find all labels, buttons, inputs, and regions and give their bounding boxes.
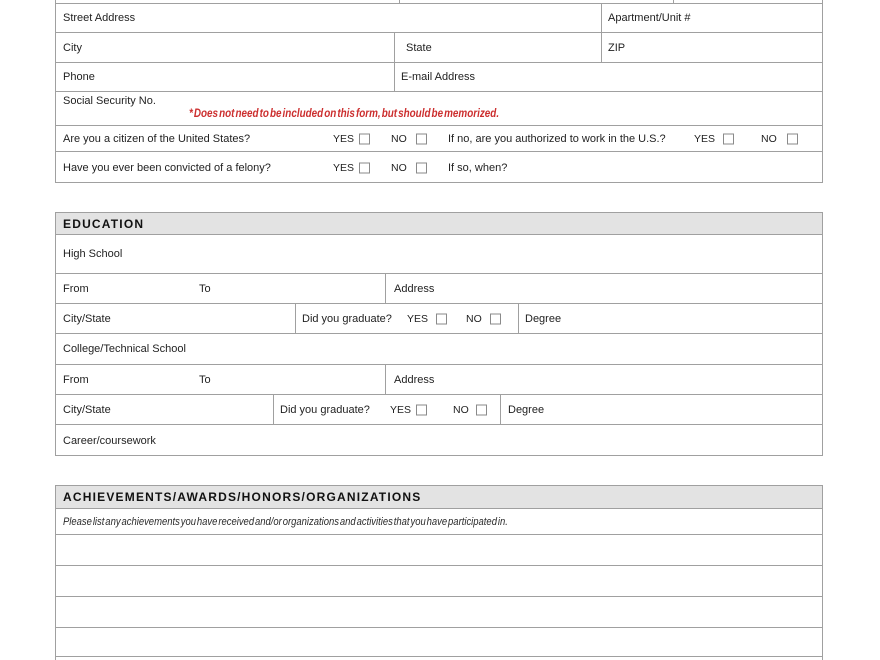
ssn-note: * Does not need to be included on this f…	[189, 108, 499, 120]
citizen-no-checkbox[interactable]	[416, 133, 427, 144]
career-coursework-field[interactable]: Career/coursework	[56, 425, 822, 457]
zip-field[interactable]: ZIP	[601, 33, 822, 62]
hs-graduate-yes-checkbox[interactable]	[436, 313, 447, 324]
citizen-yes-label: YES	[333, 133, 354, 145]
authorized-no-checkbox[interactable]	[787, 133, 798, 144]
achievements-instruction-row: Please list any achievements you have re…	[56, 509, 822, 535]
college-graduate-yes-label: YES	[390, 404, 411, 416]
city-label: City	[63, 42, 82, 54]
education-header-label: EDUCATION	[63, 217, 144, 231]
career-coursework-label: Career/coursework	[63, 435, 156, 447]
did-you-graduate-label: Did you graduate?	[280, 404, 370, 416]
achievement-entry-row-4[interactable]	[56, 628, 822, 657]
college-city-state-field[interactable]: City/State	[56, 395, 273, 424]
date-field-label: Date	[688, 0, 711, 3]
hs-graduate-no-label: NO	[466, 313, 482, 325]
education-section-header: EDUCATION	[56, 213, 822, 235]
address-row: Street Address Apartment/Unit #	[56, 4, 822, 33]
state-field[interactable]: State	[394, 33, 601, 62]
to-label: To	[199, 374, 211, 386]
email-label: E-mail Address	[401, 71, 475, 83]
hs-from-to-field[interactable]: From To	[56, 274, 385, 303]
column-divider	[273, 395, 274, 424]
did-you-graduate-label: Did you graduate?	[302, 313, 392, 325]
college-from-to-field[interactable]: From To	[56, 365, 385, 394]
to-label: To	[199, 283, 211, 295]
ssn-row[interactable]: Social Security No. * Does not need to b…	[56, 92, 822, 126]
apartment-unit-label: Apartment/Unit #	[608, 12, 691, 24]
college-graduate-yes-checkbox[interactable]	[416, 404, 427, 415]
hs-address-field[interactable]: Address	[385, 274, 822, 303]
contact-info-table: Date Street Address Apartment/Unit # Cit…	[55, 0, 823, 183]
city-state-label: City/State	[63, 404, 111, 416]
achievement-entry-row-3[interactable]	[56, 597, 822, 628]
ssn-label: Social Security No.	[63, 95, 156, 107]
hs-citystate-graduate-row: City/State Did you graduate? YES NO Degr…	[56, 304, 822, 334]
high-school-label: High School	[63, 248, 122, 260]
felony-no-label: NO	[391, 162, 407, 174]
authorized-question-label: If no, are you authorized to work in the…	[448, 133, 666, 145]
city-state-zip-row: City State ZIP	[56, 33, 822, 63]
hs-dates-address-row: From To Address	[56, 274, 822, 304]
achievements-table: ACHIEVEMENTS/AWARDS/HONORS/ORGANIZATIONS…	[55, 485, 823, 660]
felony-question-label: Have you ever been convicted of a felony…	[63, 162, 271, 174]
city-state-label: City/State	[63, 313, 111, 325]
hs-graduate-yes-label: YES	[407, 313, 428, 325]
degree-label: Degree	[508, 404, 544, 416]
from-label: From	[63, 283, 89, 295]
felony-no-checkbox[interactable]	[416, 162, 427, 173]
felony-yes-checkbox[interactable]	[359, 162, 370, 173]
college-graduate-no-label: NO	[453, 404, 469, 416]
college-graduate-no-checkbox[interactable]	[476, 404, 487, 415]
college-field[interactable]: College/Technical School	[56, 334, 822, 365]
table-bottom-border	[55, 182, 823, 183]
authorized-no-label: NO	[761, 133, 777, 145]
hs-city-state-field[interactable]: City/State	[56, 304, 295, 333]
authorized-yes-label: YES	[694, 133, 715, 145]
citizen-no-label: NO	[391, 133, 407, 145]
phone-label: Phone	[63, 71, 95, 83]
achievement-entry-row-1[interactable]	[56, 535, 822, 566]
achievements-header-label: ACHIEVEMENTS/AWARDS/HONORS/ORGANIZATIONS	[63, 490, 421, 504]
apartment-unit-field[interactable]: Apartment/Unit #	[601, 4, 822, 32]
hs-graduate-no-checkbox[interactable]	[490, 313, 501, 324]
street-address-label: Street Address	[63, 12, 135, 24]
achievement-entry-row-2[interactable]	[56, 566, 822, 597]
college-label: College/Technical School	[63, 343, 186, 355]
column-divider	[673, 0, 674, 3]
achievements-instruction-label: Please list any achievements you have re…	[63, 516, 508, 528]
email-field[interactable]: E-mail Address	[394, 63, 822, 91]
street-address-field[interactable]: Street Address	[56, 4, 601, 32]
phone-field[interactable]: Phone	[56, 63, 394, 91]
address-label: Address	[394, 283, 434, 295]
address-label: Address	[394, 374, 434, 386]
zip-label: ZIP	[608, 42, 625, 54]
from-label: From	[63, 374, 89, 386]
column-divider	[295, 304, 296, 333]
education-table: EDUCATION High School From To Address Ci…	[55, 212, 823, 456]
citizen-yes-checkbox[interactable]	[359, 133, 370, 144]
table-bottom-border	[55, 455, 823, 456]
college-address-field[interactable]: Address	[385, 365, 822, 394]
college-dates-address-row: From To Address	[56, 365, 822, 395]
felony-question-row: Have you ever been convicted of a felony…	[56, 152, 822, 183]
state-label: State	[406, 42, 432, 54]
column-divider	[399, 0, 400, 3]
hs-degree-field[interactable]: Degree	[518, 304, 822, 333]
college-citystate-graduate-row: City/State Did you graduate? YES NO Degr…	[56, 395, 822, 425]
felony-yes-label: YES	[333, 162, 354, 174]
degree-label: Degree	[525, 313, 561, 325]
achievements-section-header: ACHIEVEMENTS/AWARDS/HONORS/ORGANIZATIONS	[56, 486, 822, 509]
phone-email-row: Phone E-mail Address	[56, 63, 822, 92]
felony-when-label: If so, when?	[448, 162, 507, 174]
citizenship-question-row: Are you a citizen of the United States? …	[56, 126, 822, 152]
employment-application-form-page: Date Street Address Apartment/Unit # Cit…	[0, 0, 880, 660]
high-school-field[interactable]: High School	[56, 235, 822, 274]
college-degree-field[interactable]: Degree	[500, 395, 822, 424]
citizen-question-label: Are you a citizen of the United States?	[63, 133, 250, 145]
authorized-yes-checkbox[interactable]	[723, 133, 734, 144]
city-field[interactable]: City	[56, 33, 394, 62]
